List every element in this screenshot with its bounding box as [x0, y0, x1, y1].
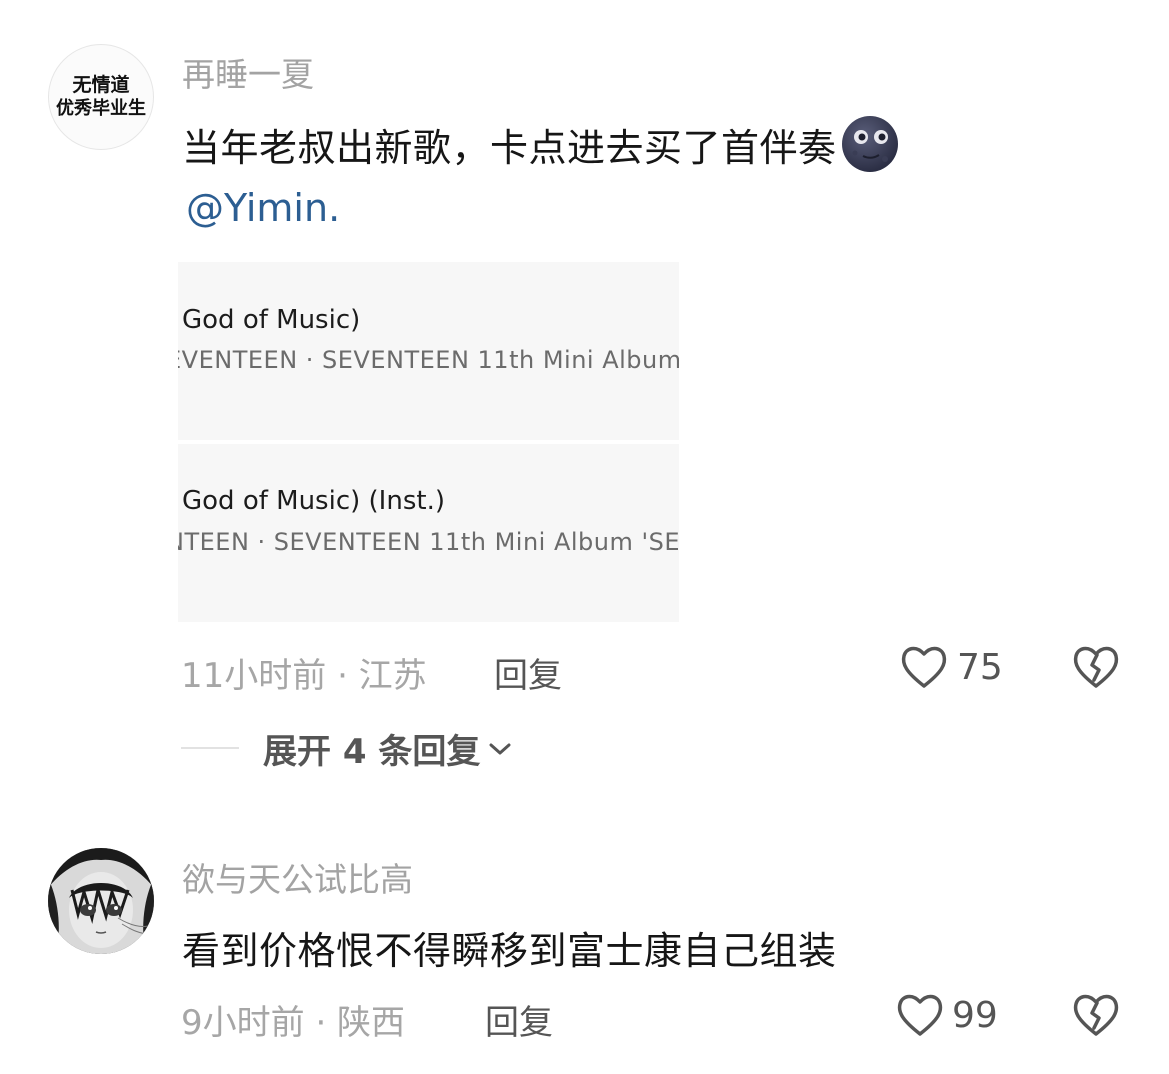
- expand-replies-button[interactable]: 展开 4 条回复: [263, 724, 512, 773]
- heart-outline-icon: [900, 644, 948, 690]
- avatar-image: [48, 848, 154, 954]
- username[interactable]: 欲与天公试比高: [182, 853, 413, 901]
- track-card[interactable]: God of Music) EVENTEEN · SEVENTEEN 11th …: [178, 262, 679, 440]
- reply-button[interactable]: 回复: [485, 995, 553, 1044]
- dislike-button[interactable]: [1072, 644, 1120, 690]
- new-moon-face-icon: [841, 115, 899, 173]
- like-count: 99: [952, 995, 998, 1036]
- divider-line: [181, 747, 239, 749]
- timestamp-location: 9小时前 · 陕西: [181, 1003, 406, 1043]
- chevron-down-icon: [480, 740, 512, 758]
- like-count: 75: [957, 647, 1003, 688]
- avatar-text-line-2: 优秀毕业生: [56, 98, 146, 119]
- heart-outline-icon: [896, 992, 944, 1038]
- mention-link[interactable]: @Yimin.: [186, 186, 340, 230]
- like-button[interactable]: [900, 644, 948, 690]
- expand-replies-label: 展开 4 条回复: [263, 732, 481, 772]
- avatar[interactable]: [48, 848, 154, 954]
- comment-text: 当年老叔出新歌，卡点进去买了首伴奏: [182, 115, 899, 173]
- track-subtitle: NTEEN · SEVENTEEN 11th Mini Album 'SE: [178, 528, 679, 556]
- username[interactable]: 再睡一夏: [182, 48, 314, 96]
- dislike-button[interactable]: [1072, 992, 1120, 1038]
- track-subtitle: EVENTEEN · SEVENTEEN 11th Mini Album: [178, 346, 679, 374]
- track-title: God of Music) (Inst.): [182, 486, 445, 516]
- track-title: God of Music): [182, 305, 361, 335]
- timestamp-location: 11小时前 · 江苏: [181, 656, 427, 696]
- track-card[interactable]: God of Music) (Inst.) NTEEN · SEVENTEEN …: [178, 444, 679, 622]
- comment-text: 看到价格恨不得瞬移到富士康自己组装: [182, 929, 837, 973]
- broken-heart-icon: [1072, 644, 1120, 690]
- avatar-text-line-1: 无情道: [72, 74, 130, 96]
- avatar[interactable]: 无情道 优秀毕业生: [48, 44, 154, 150]
- reply-button[interactable]: 回复: [494, 648, 562, 697]
- comment-body: 当年老叔出新歌，卡点进去买了首伴奏: [182, 126, 837, 170]
- like-button[interactable]: [896, 992, 944, 1038]
- broken-heart-icon: [1072, 992, 1120, 1038]
